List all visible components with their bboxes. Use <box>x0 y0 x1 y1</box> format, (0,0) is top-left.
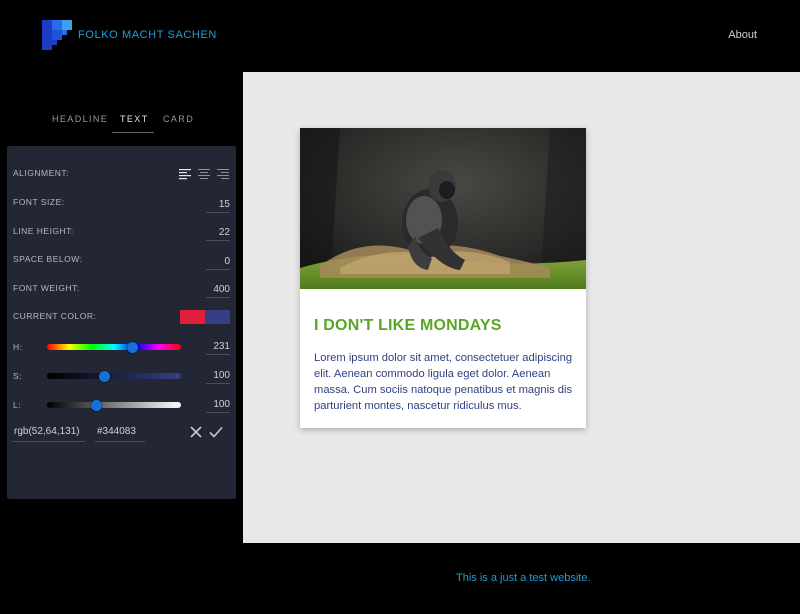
space-below-input[interactable]: 0 <box>206 256 230 270</box>
editor-tabs: HEADLINE TEXT CARD <box>40 106 240 134</box>
saturation-slider-handle[interactable] <box>99 370 111 382</box>
text-settings-panel: ALIGNMENT: FONT SIZE: 15 LINE HEIGHT: 22… <box>7 146 236 499</box>
lightness-input[interactable]: 100 <box>206 399 230 413</box>
current-color-swatch[interactable] <box>205 310 230 324</box>
close-icon[interactable] <box>188 424 204 440</box>
align-right-icon[interactable] <box>217 168 229 180</box>
logo-icon[interactable] <box>42 20 72 50</box>
lightness-label: L: <box>13 400 22 410</box>
align-left-icon[interactable] <box>179 168 191 180</box>
card-headline[interactable]: I DON'T LIKE MONDAYS <box>314 317 502 335</box>
tab-text[interactable]: TEXT <box>120 114 149 124</box>
alignment-label: ALIGNMENT: <box>13 168 70 178</box>
site-header: FOLKO MACHT SACHEN About <box>0 0 800 72</box>
hue-slider[interactable] <box>47 341 181 353</box>
font-weight-input[interactable]: 400 <box>206 284 230 298</box>
card-body-text[interactable]: Lorem ipsum dolor sit amet, consectetuer… <box>314 350 574 414</box>
current-color-label: CURRENT COLOR: <box>13 311 97 321</box>
tab-card[interactable]: CARD <box>163 114 194 124</box>
font-size-label: FONT SIZE: <box>13 197 65 207</box>
lightness-slider-handle[interactable] <box>91 399 103 411</box>
brand-name[interactable]: FOLKO MACHT SACHEN <box>78 29 217 41</box>
footer-text: This is a just a test website. <box>456 572 591 584</box>
alignment-options <box>179 168 231 182</box>
line-height-label: LINE HEIGHT: <box>13 226 74 236</box>
saturation-slider[interactable] <box>47 370 181 382</box>
preview-stage: I DON'T LIKE MONDAYS Lorem ipsum dolor s… <box>243 72 800 543</box>
about-link[interactable]: About <box>728 29 757 41</box>
hex-input[interactable]: #344083 <box>95 426 145 442</box>
gorilla-image <box>300 128 586 289</box>
font-weight-label: FONT WEIGHT: <box>13 283 80 293</box>
hue-label: H: <box>13 342 23 352</box>
hue-input[interactable]: 231 <box>206 341 230 355</box>
active-tab-indicator <box>112 132 154 133</box>
preview-card[interactable]: I DON'T LIKE MONDAYS Lorem ipsum dolor s… <box>300 128 586 428</box>
tab-headline[interactable]: HEADLINE <box>52 114 108 124</box>
rgb-input[interactable]: rgb(52,64,131) <box>12 426 85 442</box>
saturation-input[interactable]: 100 <box>206 370 230 384</box>
align-center-icon[interactable] <box>198 168 210 180</box>
saturation-label: S: <box>13 371 23 381</box>
check-icon[interactable] <box>208 424 224 440</box>
space-below-label: SPACE BELOW: <box>13 254 83 264</box>
hue-slider-handle[interactable] <box>127 341 139 353</box>
line-height-input[interactable]: 22 <box>206 227 230 241</box>
font-size-input[interactable]: 15 <box>206 199 230 213</box>
previous-color-swatch[interactable] <box>180 310 205 324</box>
lightness-slider[interactable] <box>47 399 181 411</box>
